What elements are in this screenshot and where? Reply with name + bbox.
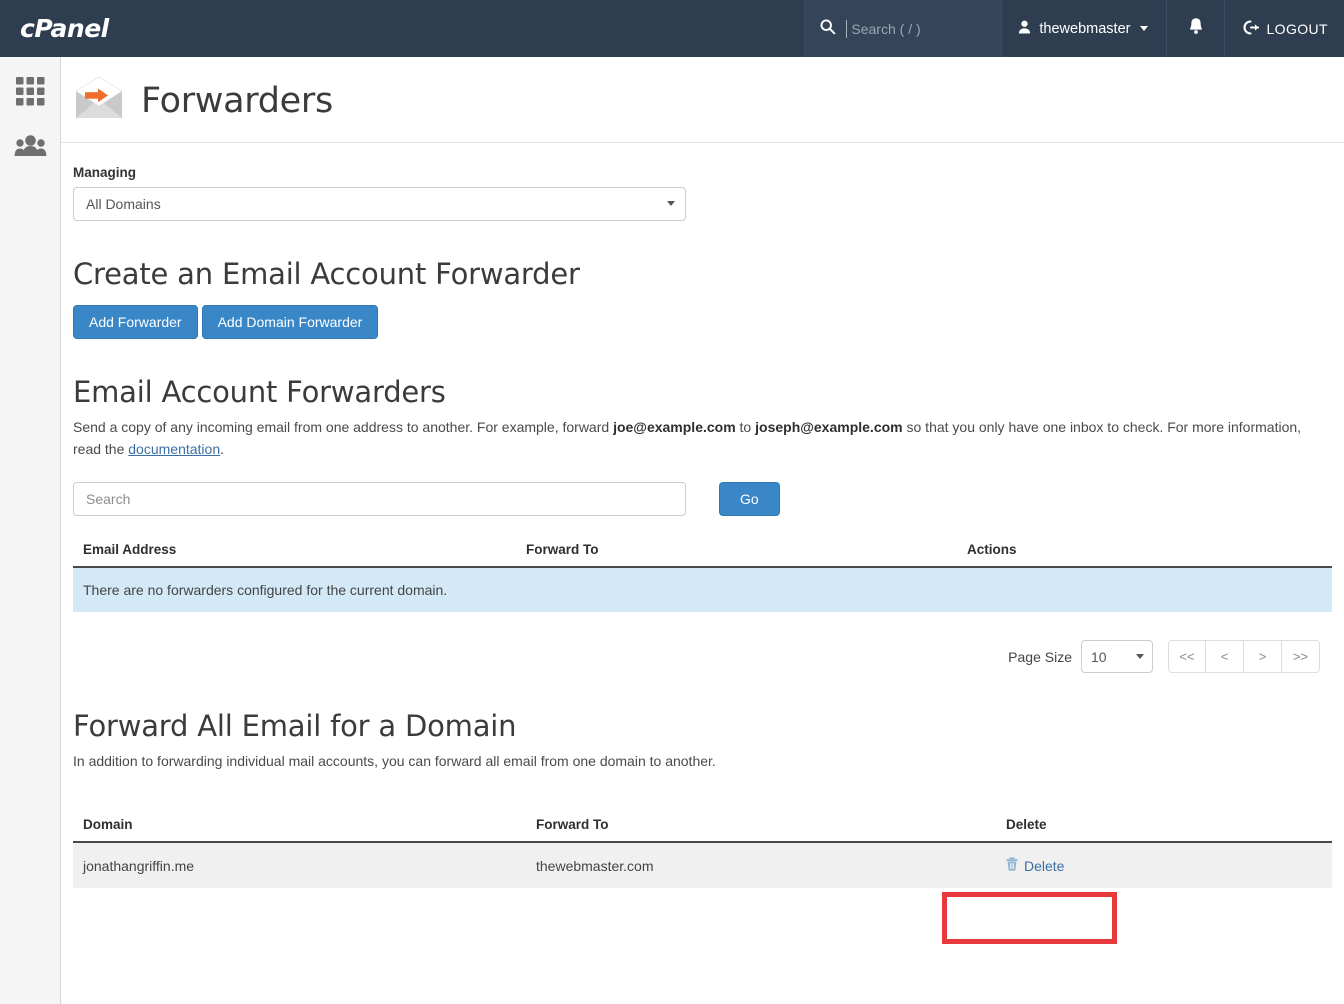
email-forwarders-table-head: Email Address Forward To Actions bbox=[73, 538, 1332, 569]
column-delete: Delete bbox=[996, 813, 1332, 844]
domain-forwarders-table-body: jonathangriffin.me thewebmaster.com Dele… bbox=[73, 842, 1332, 889]
search-go-button[interactable]: Go bbox=[719, 482, 780, 517]
delete-label: Delete bbox=[1024, 857, 1065, 874]
add-forwarder-button[interactable]: Add Forwarder bbox=[73, 305, 198, 339]
cpanel-logo[interactable]: cPanel bbox=[0, 0, 160, 57]
logout-icon bbox=[1243, 19, 1260, 38]
domain-forwarders-heading: Forward All Email for a Domain bbox=[73, 709, 517, 744]
page-size-label: Page Size bbox=[1008, 648, 1072, 665]
empty-state-message: There are no forwarders configured for t… bbox=[73, 567, 1332, 613]
logout-label: LOGOUT bbox=[1266, 20, 1328, 37]
pagination-last-button[interactable]: >> bbox=[1282, 640, 1320, 674]
cell-forward-to: thewebmaster.com bbox=[526, 842, 996, 889]
create-forwarder-heading: Create an Email Account Forwarder bbox=[73, 257, 580, 291]
desc-text-to: to bbox=[735, 419, 756, 435]
pagination-prev-button[interactable]: < bbox=[1206, 640, 1244, 674]
domain-forwarders-description: In addition to forwarding individual mai… bbox=[73, 753, 716, 770]
sidebar-item-apps[interactable] bbox=[0, 67, 60, 121]
page-title: Forwarders bbox=[141, 80, 333, 121]
search-input[interactable] bbox=[846, 19, 997, 38]
add-domain-forwarder-button[interactable]: Add Domain Forwarder bbox=[201, 305, 379, 339]
documentation-link[interactable]: documentation bbox=[128, 441, 220, 457]
managing-label: Managing bbox=[73, 165, 136, 180]
user-menu[interactable]: thewebmaster bbox=[1002, 0, 1168, 57]
cpanel-logo-text: cPanel bbox=[20, 14, 109, 43]
users-group-icon bbox=[14, 134, 47, 163]
column-forward-to: Forward To bbox=[516, 538, 957, 569]
pagination-first-button[interactable]: << bbox=[1168, 640, 1206, 674]
table-header-row: Email Address Forward To Actions bbox=[73, 538, 1332, 569]
cell-delete: Delete bbox=[996, 842, 1332, 889]
email-account-forwarders-heading: Email Account Forwarders bbox=[73, 375, 446, 409]
page-header: Forwarders bbox=[61, 57, 1344, 143]
forwarders-search-input[interactable] bbox=[73, 482, 686, 517]
column-actions: Actions bbox=[957, 538, 1332, 569]
managing-select-wrapper: All Domains bbox=[73, 187, 686, 221]
create-forwarder-buttons: Add Forwarder Add Domain Forwarder bbox=[73, 305, 1332, 339]
delete-link[interactable]: Delete bbox=[1006, 857, 1064, 874]
forwarders-search-row: Go bbox=[73, 482, 1332, 517]
apps-grid-icon bbox=[15, 76, 46, 112]
pagination-next-button[interactable]: > bbox=[1244, 640, 1282, 674]
main-content: Forwarders Managing All Domains Create a… bbox=[61, 57, 1344, 1004]
global-search[interactable] bbox=[804, 0, 1003, 57]
notifications-button[interactable] bbox=[1167, 0, 1226, 57]
user-menu-label: thewebmaster bbox=[1039, 20, 1131, 37]
chevron-down-icon bbox=[1140, 26, 1149, 31]
page-size-wrapper: 10 bbox=[1081, 640, 1153, 674]
example-email-to: joseph@example.com bbox=[755, 419, 903, 435]
bell-icon bbox=[1188, 17, 1204, 40]
left-sidebar bbox=[0, 57, 61, 1004]
pagination-buttons: << < > >> bbox=[1168, 640, 1320, 674]
column-email-address: Email Address bbox=[73, 538, 516, 569]
desc-text-1: Send a copy of any incoming email from o… bbox=[73, 419, 614, 435]
email-forwarders-table: Email Address Forward To Actions There a… bbox=[73, 538, 1332, 613]
email-account-forwarders-description: Send a copy of any incoming email from o… bbox=[73, 417, 1332, 460]
pagination-controls: Page Size 10 << < > >> bbox=[73, 640, 1332, 674]
table-header-row: Domain Forward To Delete bbox=[73, 813, 1332, 844]
column-domain: Domain bbox=[73, 813, 526, 844]
top-navigation-bar: cPanel thewebmaster bbox=[0, 0, 1344, 57]
forwarders-envelope-icon bbox=[73, 75, 125, 126]
domain-forwarders-table-head: Domain Forward To Delete bbox=[73, 813, 1332, 844]
trash-icon bbox=[1006, 857, 1018, 874]
content-body: Managing All Domains Create an Email Acc… bbox=[61, 143, 1344, 889]
page-size-select[interactable]: 10 bbox=[1081, 640, 1153, 674]
empty-state-row: There are no forwarders configured for t… bbox=[73, 567, 1332, 613]
domain-forwarders-table: Domain Forward To Delete jonathangriffin… bbox=[73, 813, 1332, 889]
search-icon bbox=[819, 18, 836, 40]
desc-text-end: . bbox=[220, 440, 224, 457]
column-forward-to: Forward To bbox=[526, 813, 996, 844]
cell-domain: jonathangriffin.me bbox=[73, 842, 526, 889]
sidebar-item-users[interactable] bbox=[0, 121, 60, 175]
example-email-from: joe@example.com bbox=[613, 419, 736, 435]
logout-button[interactable]: LOGOUT bbox=[1225, 0, 1344, 57]
managing-domain-select[interactable]: All Domains bbox=[73, 187, 686, 221]
user-icon bbox=[1018, 20, 1031, 38]
table-row: jonathangriffin.me thewebmaster.com Dele… bbox=[73, 842, 1332, 889]
email-forwarders-table-body: There are no forwarders configured for t… bbox=[73, 567, 1332, 613]
